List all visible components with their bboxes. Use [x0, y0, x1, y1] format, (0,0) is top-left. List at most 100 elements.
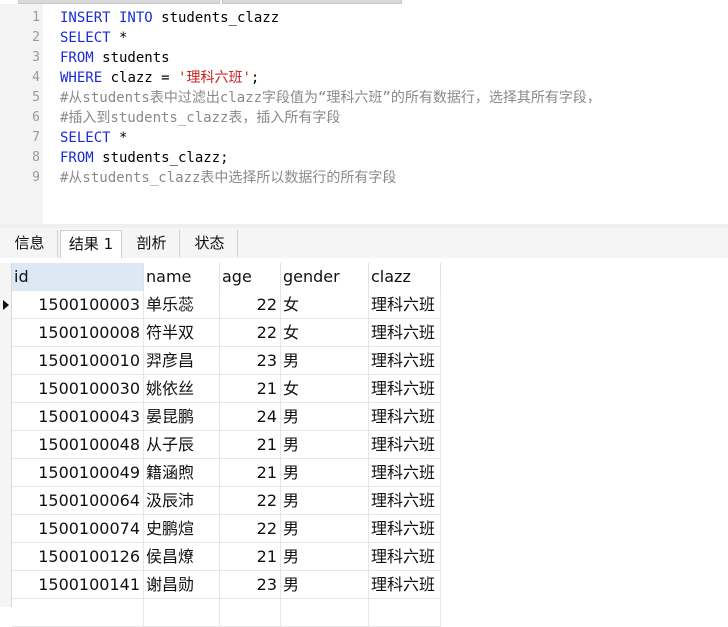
cell-name[interactable]: 晏昆鹏	[144, 403, 220, 431]
table-row[interactable]: 1500100008 符半双 22 女理科六班	[0, 319, 728, 347]
column-header-gender[interactable]: gender	[281, 263, 369, 291]
cell-clazz[interactable]: 理科六班	[369, 403, 441, 431]
table-row-partial[interactable]	[0, 599, 728, 627]
cell-age[interactable]: 22	[220, 319, 281, 347]
cell-gender[interactable]	[281, 599, 369, 627]
sql-keyword: SELECT	[60, 130, 111, 146]
cell-name[interactable]: 谢昌勋	[144, 571, 220, 599]
cell-age[interactable]: 22	[220, 515, 281, 543]
cell-name[interactable]: 史鹏煊	[144, 515, 220, 543]
table-row[interactable]: 1500100030 姚依丝 21 女理科六班	[0, 375, 728, 403]
cell-gender[interactable]: 男	[281, 347, 369, 375]
cell-name[interactable]: 羿彦昌	[144, 347, 220, 375]
code-line[interactable]: 6 #插入到students_clazz表，插入所有字段	[0, 108, 728, 128]
code-line[interactable]: 8 FROM students_clazz;	[0, 148, 728, 168]
cell-clazz[interactable]: 理科六班	[369, 487, 441, 515]
code-line[interactable]: 1 INSERT INTO students_clazz	[0, 8, 728, 28]
cell-gender[interactable]: 女	[281, 291, 369, 319]
table-row[interactable]: 1500100049 籍涵煦 21 男理科六班	[0, 459, 728, 487]
cell-age[interactable]	[220, 599, 281, 627]
cell-name[interactable]: 单乐蕊	[144, 291, 220, 319]
cell-id[interactable]: 1500100010	[12, 347, 144, 375]
cell-id[interactable]: 1500100043	[12, 403, 144, 431]
table-row[interactable]: 1500100010 羿彦昌 23 男理科六班	[0, 347, 728, 375]
cell-clazz[interactable]: 理科六班	[369, 431, 441, 459]
column-header-id[interactable]: id	[12, 263, 144, 291]
sql-editor[interactable]: 1 INSERT INTO students_clazz 2 SELECT * 3 FRO…	[0, 4, 728, 224]
cell-name[interactable]: 从子辰	[144, 431, 220, 459]
cell-age[interactable]: 21	[220, 459, 281, 487]
cell-clazz[interactable]	[369, 599, 441, 627]
cell-age[interactable]: 21	[220, 543, 281, 571]
cell-gender[interactable]: 女	[281, 375, 369, 403]
tab-info[interactable]: 信息	[2, 230, 58, 257]
cell-name[interactable]: 姚依丝	[144, 375, 220, 403]
cell-gender[interactable]: 男	[281, 459, 369, 487]
cell-age[interactable]: 21	[220, 431, 281, 459]
cell-gender[interactable]: 男	[281, 403, 369, 431]
cell-name[interactable]: 侯昌燎	[144, 543, 220, 571]
cell-name[interactable]: 籍涵煦	[144, 459, 220, 487]
cell-clazz[interactable]: 理科六班	[369, 319, 441, 347]
code-line[interactable]: 4 WHERE clazz = '理科六班';	[0, 68, 728, 88]
cell-age[interactable]: 24	[220, 403, 281, 431]
code-line[interactable]: 2 SELECT *	[0, 28, 728, 48]
cell-gender[interactable]: 男	[281, 487, 369, 515]
table-row[interactable]: 1500100048 从子辰 21 男理科六班	[0, 431, 728, 459]
cell-gender[interactable]: 女	[281, 319, 369, 347]
table-row[interactable]: 1500100064 汲辰沛 22 男理科六班	[0, 487, 728, 515]
code-text: #插入到students_clazz表，插入所有字段	[60, 108, 340, 128]
cell-clazz[interactable]: 理科六班	[369, 347, 441, 375]
cell-clazz[interactable]: 理科六班	[369, 543, 441, 571]
tab-status[interactable]: 状态	[182, 230, 238, 257]
code-line[interactable]: 5 #从students表中过滤出clazz字段值为“理科六班”的所有数据行，选择…	[0, 88, 728, 108]
cell-age[interactable]: 22	[220, 291, 281, 319]
cell-age[interactable]: 23	[220, 347, 281, 375]
column-header-name[interactable]: name	[144, 263, 220, 291]
cell-id[interactable]: 1500100126	[12, 543, 144, 571]
result-grid: id name age gender clazz 1500100003 单乐蕊 22…	[0, 258, 728, 627]
cell-id[interactable]: 1500100003	[12, 291, 144, 319]
tab-profile[interactable]: 剖析	[124, 230, 180, 257]
cell-name[interactable]	[144, 599, 220, 627]
sql-comment: #从students表中过滤出clazz字段值为“理科六班”的所有数据行，选择其…	[60, 90, 601, 106]
line-number: 7	[32, 130, 40, 145]
cell-age[interactable]: 23	[220, 571, 281, 599]
cell-id[interactable]: 1500100048	[12, 431, 144, 459]
cell-gender[interactable]: 男	[281, 431, 369, 459]
table-row[interactable]: 1500100126 侯昌燎 21 男理科六班	[0, 543, 728, 571]
tab-result-1[interactable]: 结果 1	[60, 230, 122, 259]
table-row[interactable]: 1500100141 谢昌勋 23 男理科六班	[0, 571, 728, 599]
line-number: 1	[32, 10, 40, 25]
code-line[interactable]: 7 SELECT *	[0, 128, 728, 148]
line-number: 2	[32, 30, 40, 45]
code-line[interactable]: 9 #从students_clazz表中选择所以数据行的所有字段	[0, 168, 728, 188]
cell-age[interactable]: 21	[220, 375, 281, 403]
cell-gender[interactable]: 男	[281, 543, 369, 571]
cell-clazz[interactable]: 理科六班	[369, 375, 441, 403]
table-row[interactable]: 1500100074 史鹏煊 22 男理科六班	[0, 515, 728, 543]
code-line[interactable]: 3 FROM students	[0, 48, 728, 68]
cell-id[interactable]: 1500100064	[12, 487, 144, 515]
column-header-age[interactable]: age	[220, 263, 281, 291]
table-row[interactable]: 1500100043 晏昆鹏 24 男理科六班	[0, 403, 728, 431]
cell-gender[interactable]: 男	[281, 515, 369, 543]
cell-id[interactable]: 1500100074	[12, 515, 144, 543]
cell-id[interactable]	[12, 599, 144, 627]
sql-token: students_clazz;	[93, 150, 229, 166]
cell-name[interactable]: 汲辰沛	[144, 487, 220, 515]
cell-id[interactable]: 1500100049	[12, 459, 144, 487]
cell-id[interactable]: 1500100008	[12, 319, 144, 347]
cell-clazz[interactable]: 理科六班	[369, 291, 441, 319]
cell-name[interactable]: 符半双	[144, 319, 220, 347]
cell-age[interactable]: 22	[220, 487, 281, 515]
cell-clazz[interactable]: 理科六班	[369, 515, 441, 543]
cell-clazz[interactable]: 理科六班	[369, 571, 441, 599]
cell-id[interactable]: 1500100030	[12, 375, 144, 403]
table-row[interactable]: 1500100003 单乐蕊 22 女理科六班	[0, 291, 728, 319]
column-header-clazz[interactable]: clazz	[369, 263, 441, 291]
sql-keyword: FROM	[60, 150, 94, 166]
cell-clazz[interactable]: 理科六班	[369, 459, 441, 487]
cell-gender[interactable]: 男	[281, 571, 369, 599]
cell-id[interactable]: 1500100141	[12, 571, 144, 599]
